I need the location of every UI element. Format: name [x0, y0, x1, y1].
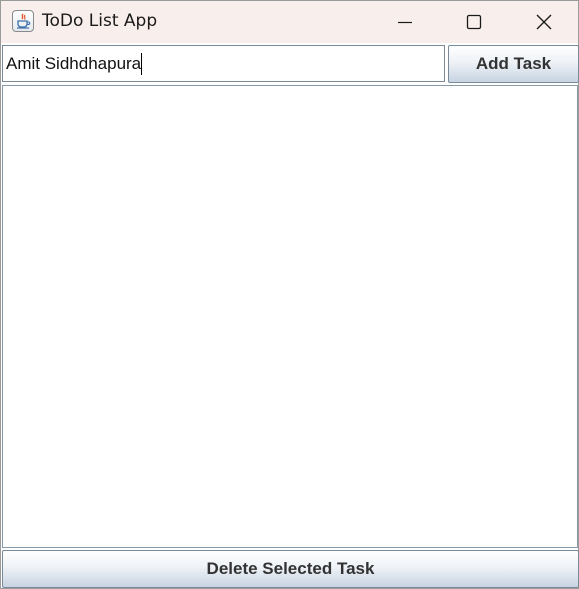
- minimize-button[interactable]: [382, 1, 428, 43]
- minimize-icon: [398, 21, 412, 24]
- close-icon: [536, 14, 552, 30]
- maximize-icon: [466, 14, 482, 30]
- task-input[interactable]: Amit Sidhdhapura: [2, 45, 445, 82]
- window-title: ToDo List App: [42, 11, 158, 31]
- delete-selected-task-button[interactable]: Delete Selected Task: [2, 550, 579, 588]
- app-window: ToDo List App Amit Sidhdhapura Add Task …: [0, 0, 579, 589]
- add-task-button[interactable]: Add Task: [448, 45, 579, 83]
- task-input-value: Amit Sidhdhapura: [6, 54, 142, 73]
- close-button[interactable]: [521, 1, 567, 43]
- task-list[interactable]: [2, 85, 578, 548]
- text-caret: [141, 52, 143, 75]
- java-coffee-cup-icon: [12, 10, 34, 32]
- maximize-button[interactable]: [451, 1, 497, 43]
- title-bar[interactable]: ToDo List App: [1, 1, 578, 43]
